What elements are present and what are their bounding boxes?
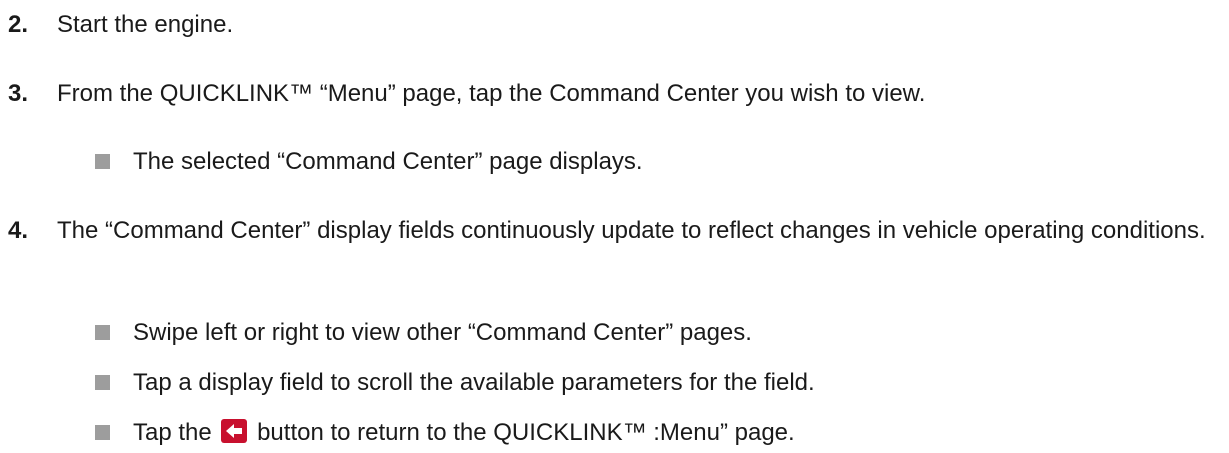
bullet-item: The selected “Command Center” page displ…: [95, 145, 643, 179]
step-number: 2.: [8, 11, 29, 38]
bullet-item: Tap the button to return to the QUICKLIN…: [95, 416, 795, 450]
square-bullet-icon: [95, 375, 110, 390]
square-bullet-icon: [95, 425, 110, 440]
step-text: From the QUICKLINK™ “Menu” page, tap the…: [57, 80, 926, 107]
bullet-text-after: button to return to the QUICKLINK™ :Menu…: [257, 419, 795, 446]
bullet-text: The selected “Command Center” page displ…: [133, 148, 643, 175]
step-number: 4.: [8, 217, 29, 244]
bullet-text: Swipe left or right to view other “Comma…: [133, 319, 752, 346]
step-3: 3. From the QUICKLINK™ “Menu” page, tap …: [8, 77, 1222, 111]
step-text: The “Command Center” display fields cont…: [57, 217, 1206, 244]
bullet-text: Tap a display field to scroll the availa…: [133, 369, 815, 396]
step-number: 3.: [8, 80, 29, 107]
step-4: 4. The “Command Center” display fields c…: [8, 214, 1222, 248]
square-bullet-icon: [95, 325, 110, 340]
bullet-item: Swipe left or right to view other “Comma…: [95, 316, 752, 350]
step-2: 2. Start the engine.: [8, 8, 1222, 42]
bullet-text-before: Tap the: [133, 419, 212, 446]
instruction-document: 2. Start the engine. 3. From the QUICKLI…: [0, 0, 1229, 453]
square-bullet-icon: [95, 154, 110, 169]
bullet-text: Tap the button to return to the QUICKLIN…: [133, 416, 795, 450]
step-text: Start the engine.: [57, 11, 234, 38]
bullet-item: Tap a display field to scroll the availa…: [95, 366, 815, 400]
back-arrow-icon: [221, 419, 248, 443]
